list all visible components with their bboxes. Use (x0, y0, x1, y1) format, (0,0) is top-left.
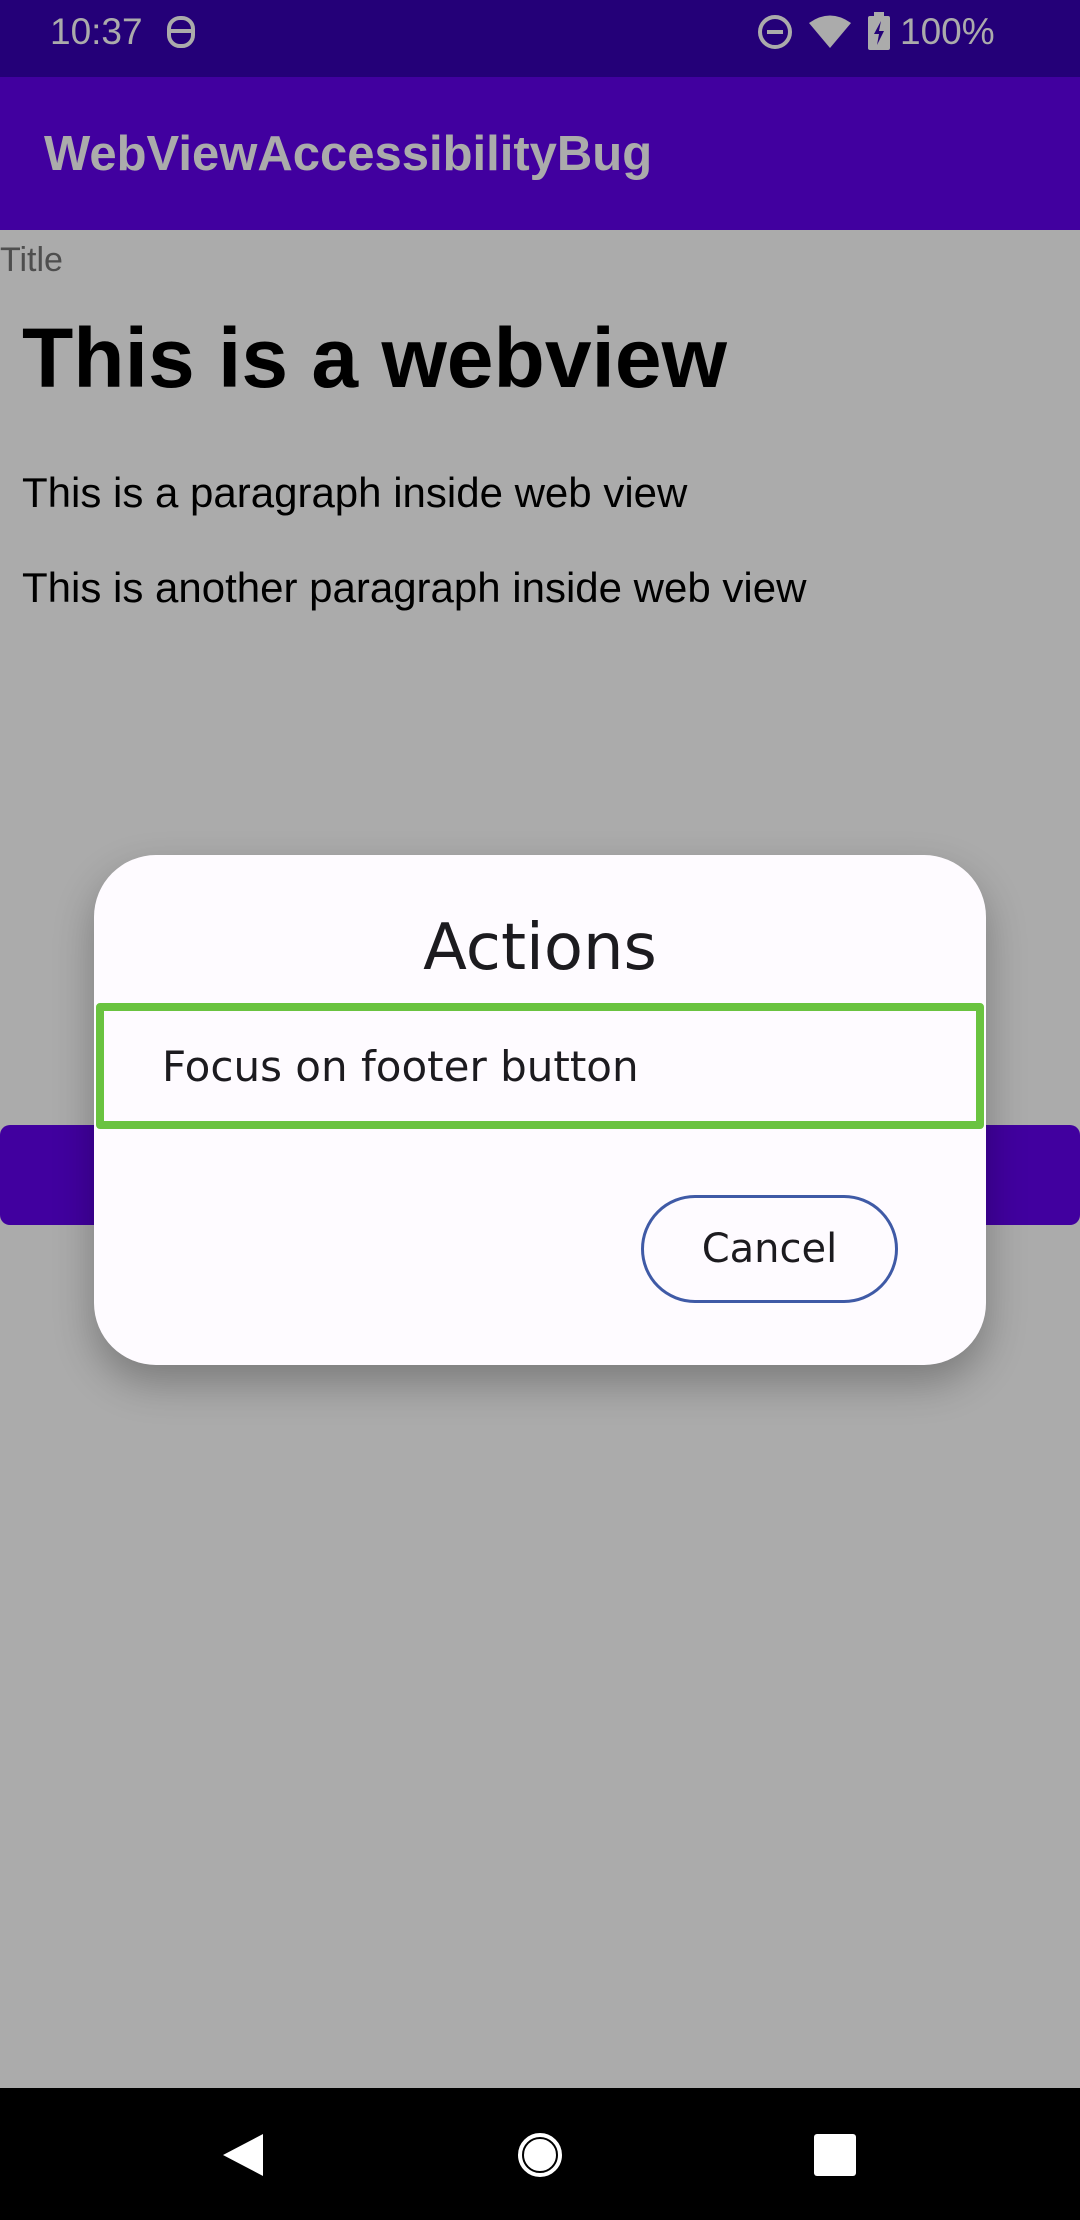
home-icon[interactable] (516, 2131, 564, 2179)
back-icon[interactable] (221, 2132, 265, 2178)
navigation-bar (0, 2088, 1080, 2220)
focus-footer-option[interactable]: Focus on footer button (96, 1003, 984, 1129)
recents-icon[interactable] (814, 2134, 856, 2176)
cancel-button[interactable]: Cancel (641, 1195, 898, 1303)
actions-dialog: Actions Focus on footer button Cancel (94, 855, 986, 1365)
option-label: Focus on footer button (162, 1042, 639, 1091)
dialog-title: Actions (423, 911, 657, 985)
